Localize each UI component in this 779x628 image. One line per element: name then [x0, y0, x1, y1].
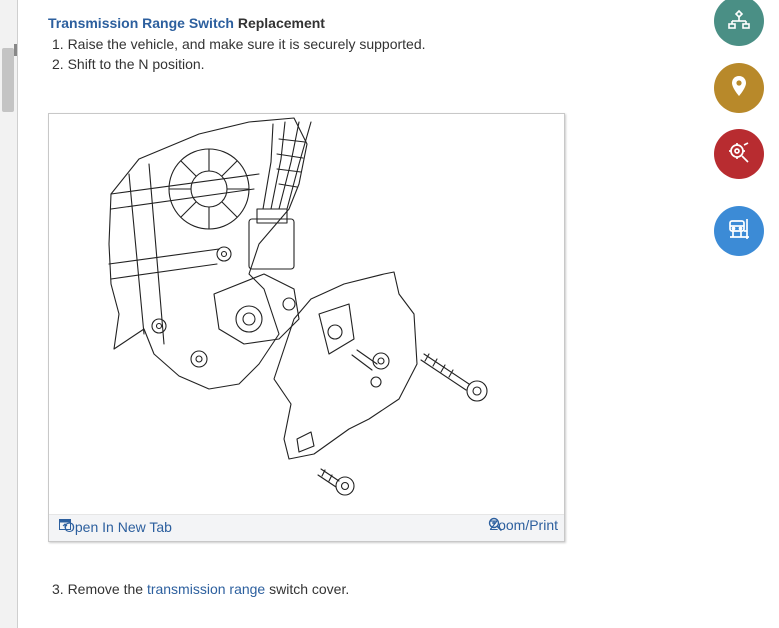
scrollbar-thumb[interactable] — [2, 48, 14, 112]
step-3: 3. Remove the transmission range switch … — [52, 581, 349, 597]
title-suffix: Replacement — [233, 15, 325, 31]
figure-panel: Open In New Tab Zoom/Print — [48, 113, 565, 542]
tools-gear-icon — [727, 140, 751, 169]
tools-button[interactable] — [714, 129, 764, 179]
location-pin-icon — [730, 75, 748, 102]
step-3-prefix: 3. Remove the — [52, 581, 147, 597]
transmission-illustration — [108, 117, 488, 496]
panel-resize-grip[interactable] — [14, 44, 17, 56]
page-title: Transmission Range Switch Replacement — [48, 15, 325, 31]
component-tree-icon — [727, 8, 751, 35]
vehicle-lift-icon — [727, 217, 751, 246]
step-1: 1. Raise the vehicle, and make sure it i… — [52, 36, 426, 52]
left-scrollbar[interactable] — [0, 0, 18, 628]
title-link[interactable]: Transmission Range Switch — [48, 15, 234, 31]
component-tree-button[interactable] — [714, 0, 764, 46]
figure-action-bar: Open In New Tab Zoom/Print — [49, 514, 564, 541]
transmission-range-link[interactable]: transmission range — [147, 581, 265, 597]
open-in-new-tab-link[interactable]: Open In New Tab — [59, 519, 172, 535]
step-3-suffix: switch cover. — [265, 581, 350, 597]
location-button[interactable] — [714, 63, 764, 113]
step-2: 2. Shift to the N position. — [52, 56, 205, 72]
zoom-print-link[interactable]: Zoom/Print — [488, 517, 558, 533]
vehicle-lift-button[interactable] — [714, 206, 764, 256]
open-tab-label: Open In New Tab — [64, 519, 172, 535]
